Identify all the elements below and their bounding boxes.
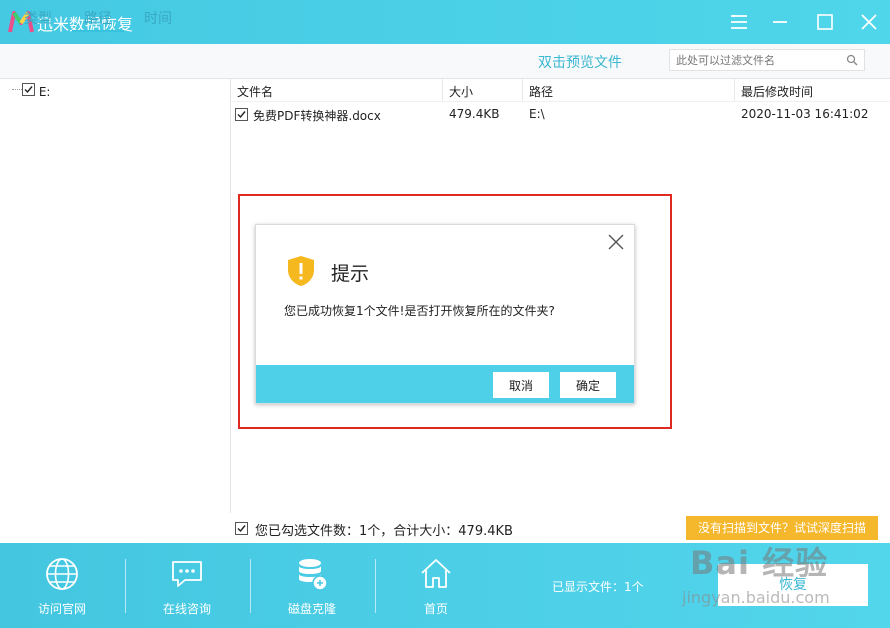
tree-root-label: E:: [38, 85, 51, 99]
search-icon[interactable]: [846, 54, 858, 66]
title-bar: 迅米数据恢复: [0, 0, 890, 44]
disk-icon: [299, 559, 328, 591]
select-all-checkbox[interactable]: [235, 522, 248, 535]
nav-disk-clone-label: 磁盘克隆: [287, 602, 336, 616]
cell-modified: 2020-11-03 16:41:02: [741, 107, 869, 121]
watermark-url: jingyan.baidu.com: [682, 588, 830, 607]
close-icon[interactable]: [857, 10, 881, 34]
deep-scan-button[interactable]: 没有扫描到文件？试试深度扫描: [686, 516, 878, 540]
ok-button[interactable]: 确定: [560, 372, 616, 398]
globe-icon: [46, 558, 78, 590]
header-path[interactable]: 路径: [529, 83, 553, 100]
dialog-title: 提示: [331, 263, 370, 285]
watermark-logo: Bai 经验: [690, 544, 829, 582]
nav-home[interactable]: 首页: [386, 543, 486, 628]
cell-filename: 免费PDF转换神器.docx: [253, 109, 381, 123]
header-filename[interactable]: 文件名: [237, 83, 273, 100]
maximize-icon[interactable]: [813, 10, 837, 34]
dialog-footer: 取消 确定: [256, 365, 634, 403]
tab-path[interactable]: 路径: [72, 8, 124, 32]
nav-divider: [250, 559, 251, 613]
tab-time[interactable]: 时间: [144, 8, 172, 30]
column-divider[interactable]: [734, 79, 735, 101]
cell-path: E:\: [529, 107, 545, 121]
table-header: 文件名 大小 路径 最后修改时间: [231, 79, 890, 102]
nav-website[interactable]: 访问官网: [12, 543, 112, 628]
nav-divider: [375, 559, 376, 613]
shown-files-count: 已显示文件：1个: [552, 580, 644, 594]
cancel-button[interactable]: 取消: [493, 372, 549, 398]
nav-consult-label: 在线咨询: [162, 602, 211, 616]
minimize-icon[interactable]: [768, 10, 792, 34]
nav-divider: [125, 559, 126, 613]
header-size[interactable]: 大小: [449, 83, 473, 100]
chat-icon: [172, 561, 202, 587]
home-icon: [421, 559, 451, 588]
row-checkbox[interactable]: [235, 108, 248, 121]
tree-connector: [12, 89, 22, 90]
cell-size: 479.4KB: [449, 107, 500, 121]
dialog-close-icon[interactable]: [607, 233, 625, 251]
preview-file-link[interactable]: 双击预览文件: [538, 52, 622, 72]
column-divider[interactable]: [522, 79, 523, 101]
selection-summary: 您已勾选文件数：1个，合计大小：479.4KB: [255, 524, 513, 539]
search-box[interactable]: [669, 49, 865, 71]
menu-icon[interactable]: [727, 10, 751, 34]
table-row[interactable]: 免费PDF转换神器.docx 479.4KB E:\ 2020-11-03 16…: [231, 104, 890, 124]
prompt-dialog: 提示 您已成功恢复1个文件!是否打开恢复所在的文件夹? 取消 确定: [255, 224, 635, 404]
tree-root[interactable]: E:: [22, 83, 50, 99]
column-divider[interactable]: [442, 79, 443, 101]
tree-root-checkbox[interactable]: [22, 83, 35, 96]
nav-disk-clone[interactable]: 磁盘克隆: [262, 543, 362, 628]
header-modified[interactable]: 最后修改时间: [741, 83, 813, 100]
tab-type[interactable]: 类型: [24, 8, 52, 30]
nav-website-label: 访问官网: [37, 602, 86, 616]
search-input[interactable]: [670, 50, 846, 70]
warning-shield-icon: [288, 256, 314, 286]
folder-tree: E:: [0, 79, 231, 513]
nav-home-label: 首页: [423, 602, 448, 616]
dialog-message: 您已成功恢复1个文件!是否打开恢复所在的文件夹?: [284, 304, 555, 318]
nav-consult[interactable]: 在线咨询: [137, 543, 237, 628]
